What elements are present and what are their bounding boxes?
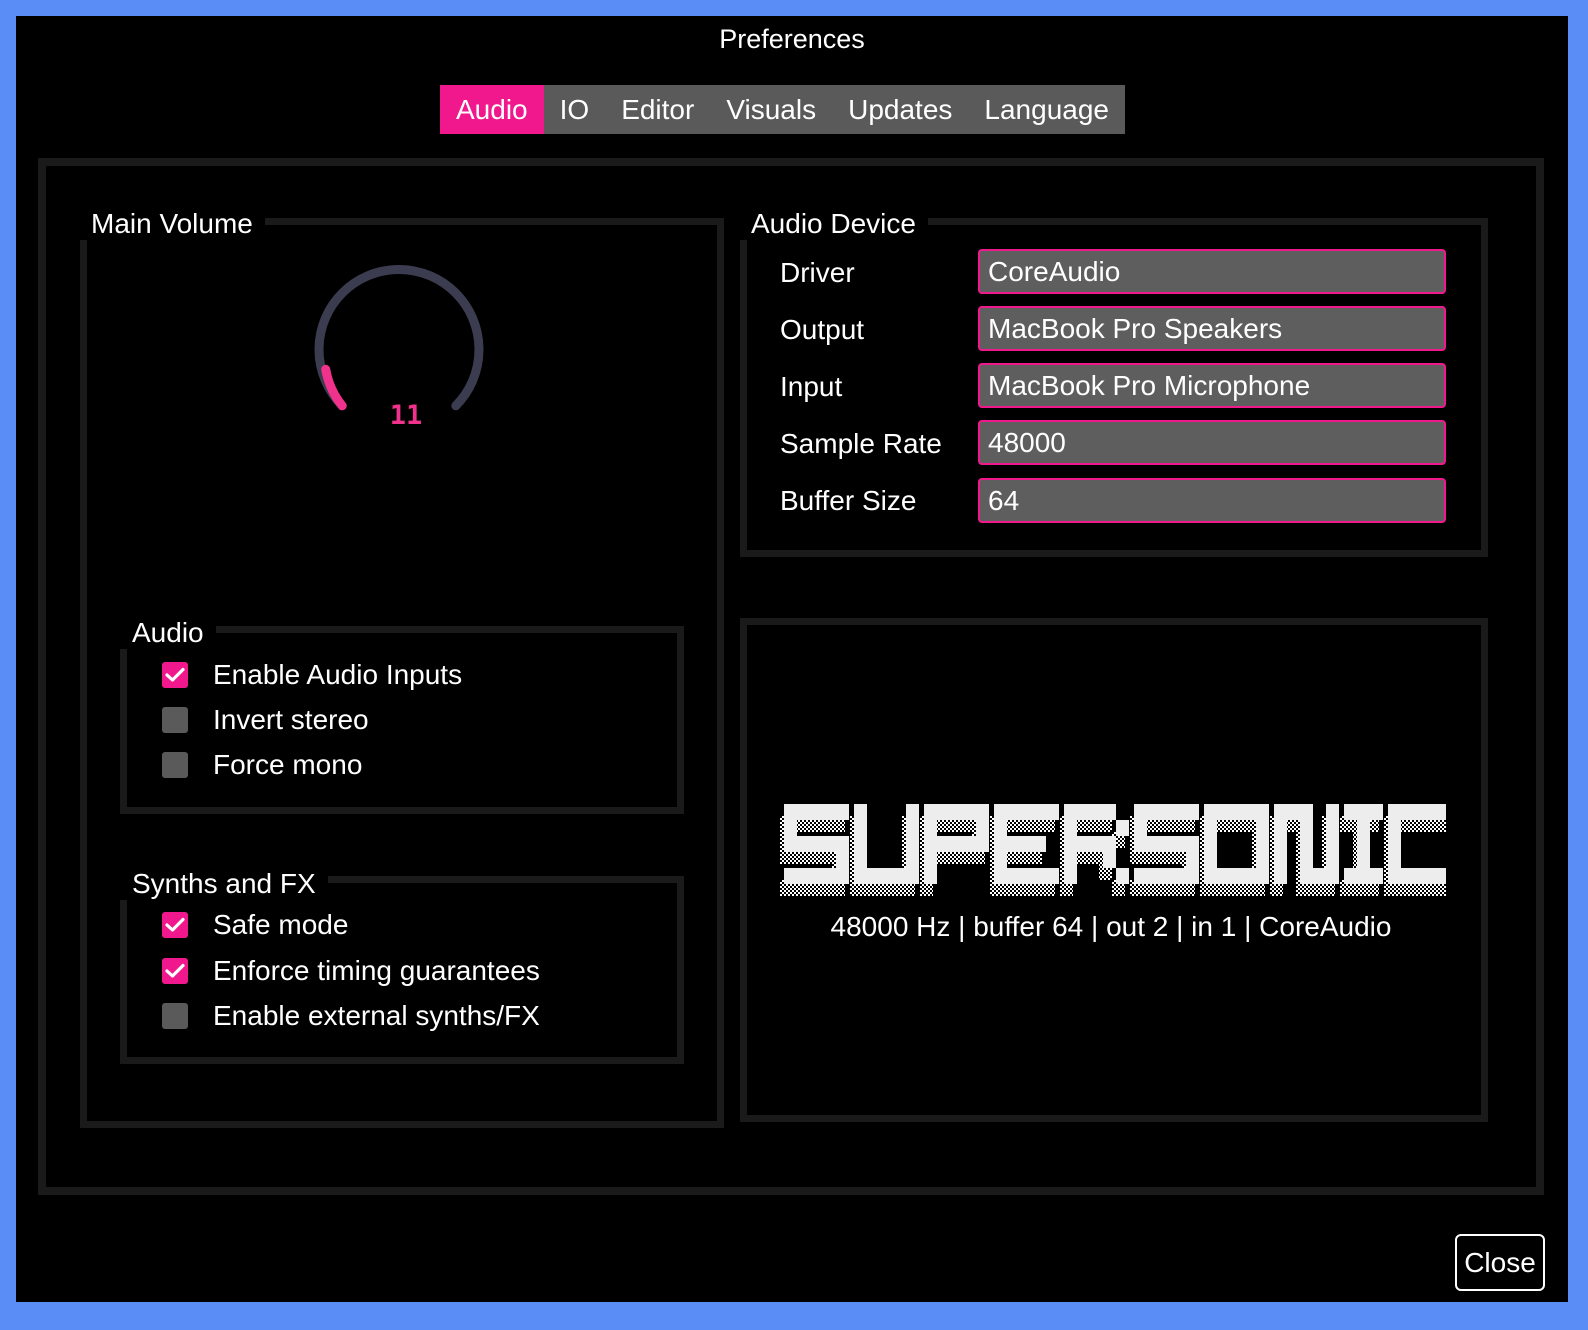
audio-device-title: Audio Device xyxy=(739,208,928,240)
main-volume-title: Main Volume xyxy=(79,208,265,240)
preferences-window: Preferences Audio IO Editor Visuals Upda… xyxy=(16,16,1568,1302)
buffer-size-select[interactable]: 64 xyxy=(978,478,1446,523)
tab-language[interactable]: Language xyxy=(968,85,1125,134)
safe-mode-option[interactable]: Safe mode xyxy=(162,907,348,943)
tab-updates[interactable]: Updates xyxy=(832,85,968,134)
audio-status-line: 48000 Hz | buffer 64 | out 2 | in 1 | Co… xyxy=(830,911,1392,942)
knob-fill xyxy=(321,364,347,411)
safe-mode-label: Safe mode xyxy=(213,909,349,940)
enable-audio-inputs-option[interactable]: Enable Audio Inputs xyxy=(162,657,462,693)
enable-external-synths-checkbox[interactable] xyxy=(162,1003,188,1029)
buffer-size-label: Buffer Size xyxy=(780,485,917,516)
tab-io[interactable]: IO xyxy=(544,85,606,134)
enforce-timing-option[interactable]: Enforce timing guarantees xyxy=(162,953,540,989)
force-mono-checkbox[interactable] xyxy=(162,752,188,778)
enforce-timing-label: Enforce timing guarantees xyxy=(213,955,540,986)
checkmark-icon xyxy=(165,963,185,978)
invert-stereo-label: Invert stereo xyxy=(213,704,369,735)
enable-audio-inputs-checkbox[interactable] xyxy=(162,662,188,688)
window-title: Preferences xyxy=(719,24,865,54)
force-mono-option[interactable]: Force mono xyxy=(162,747,362,783)
enable-external-synths-option[interactable]: Enable external synths/FX xyxy=(162,998,540,1034)
audio-options-title: Audio xyxy=(120,617,216,649)
invert-stereo-option[interactable]: Invert stereo xyxy=(162,702,369,738)
force-mono-label: Force mono xyxy=(213,749,363,780)
input-label: Input xyxy=(780,371,843,402)
tab-editor[interactable]: Editor xyxy=(605,85,710,134)
safe-mode-checkbox[interactable] xyxy=(162,912,188,938)
invert-stereo-checkbox[interactable] xyxy=(162,707,188,733)
close-button[interactable]: Close xyxy=(1455,1234,1545,1291)
input-select[interactable]: MacBook Pro Microphone xyxy=(978,363,1446,408)
sample-rate-select[interactable]: 48000 xyxy=(978,420,1446,465)
enable-external-synths-label: Enable external synths/FX xyxy=(213,1000,540,1031)
tab-visuals[interactable]: Visuals xyxy=(710,85,832,134)
tab-bar: Audio IO Editor Visuals Updates Language xyxy=(440,85,1125,134)
synths-fx-title: Synths and FX xyxy=(120,868,328,900)
sample-rate-label: Sample Rate xyxy=(780,428,942,459)
checkmark-icon xyxy=(165,917,185,932)
driver-select[interactable]: CoreAudio xyxy=(978,249,1446,294)
volume-value: 11 xyxy=(389,400,423,431)
enable-audio-inputs-label: Enable Audio Inputs xyxy=(213,659,463,690)
driver-label: Driver xyxy=(780,257,855,288)
checkmark-icon xyxy=(165,667,185,682)
supersonic-logo xyxy=(780,804,1446,896)
knob-track xyxy=(314,265,484,411)
output-select[interactable]: MacBook Pro Speakers xyxy=(978,306,1446,351)
output-label: Output xyxy=(780,314,865,345)
tab-audio[interactable]: Audio xyxy=(440,85,544,134)
enforce-timing-checkbox[interactable] xyxy=(162,958,188,984)
